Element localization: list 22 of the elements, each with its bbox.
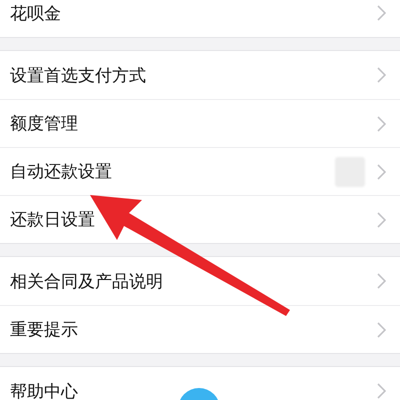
chevron-icon bbox=[377, 212, 386, 228]
row-label: 设置首选支付方式 bbox=[10, 64, 146, 86]
settings-row[interactable]: 额度管理 bbox=[0, 99, 400, 147]
settings-row[interactable]: 设置首选支付方式 bbox=[0, 51, 400, 99]
chevron-icon bbox=[377, 164, 386, 180]
settings-row[interactable]: 帮助中心 bbox=[0, 367, 400, 400]
row-label: 自动还款设置 bbox=[10, 161, 112, 183]
row-label: 帮助中心 bbox=[10, 380, 78, 400]
row-label: 重要提示 bbox=[10, 319, 78, 341]
chevron-icon bbox=[377, 383, 386, 399]
settings-row[interactable]: 自动还款设置 bbox=[0, 147, 400, 195]
chevron-icon bbox=[377, 5, 386, 21]
settings-row[interactable]: 相关合同及产品说明 bbox=[0, 257, 400, 305]
row-label: 还款日设置 bbox=[10, 209, 95, 231]
row-label: 相关合同及产品说明 bbox=[10, 270, 163, 292]
chevron-icon bbox=[377, 322, 386, 338]
row-label: 额度管理 bbox=[10, 113, 78, 135]
chevron-icon bbox=[377, 116, 386, 132]
settings-row[interactable]: 花呗金 bbox=[0, 0, 400, 37]
chevron-icon bbox=[377, 273, 386, 289]
row-label: 花呗金 bbox=[10, 2, 61, 24]
chevron-icon bbox=[377, 67, 386, 83]
